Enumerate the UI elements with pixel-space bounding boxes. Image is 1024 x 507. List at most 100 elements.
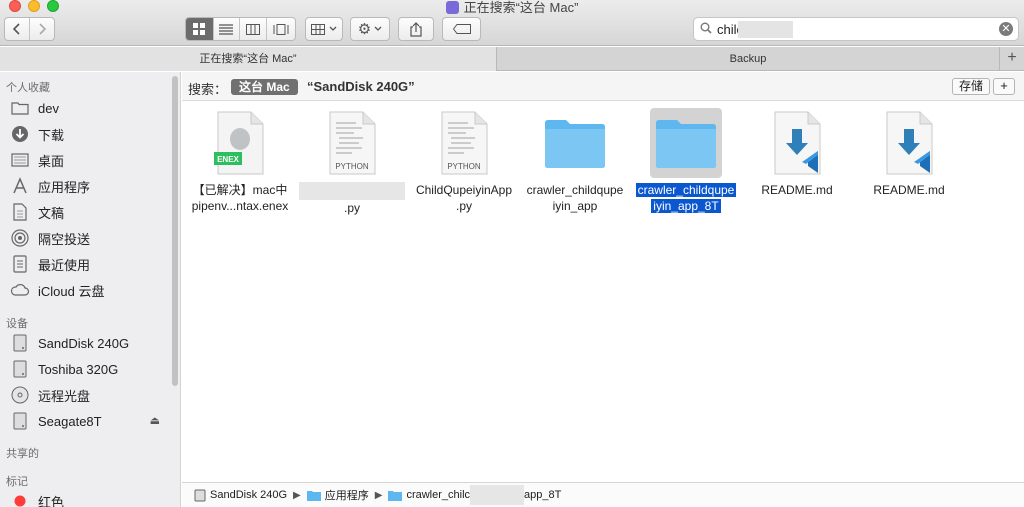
desktop-icon: [10, 151, 30, 169]
redacted-text: [738, 21, 793, 38]
python-file-icon: PYTHON: [329, 111, 376, 175]
sidebar-item-dev[interactable]: dev: [10, 97, 170, 119]
folder-icon: [10, 99, 30, 117]
sidebar-item-label: 隔空投送: [38, 231, 91, 247]
favorites-header: 个人收藏: [6, 82, 50, 94]
finder-window: 正在搜索“这台 Mac” ⚙ chilc ✕ 正在搜索“这台 Mac” Back…: [0, 0, 1024, 507]
sidebar-item-label: Toshiba 320G: [38, 361, 119, 377]
folder-icon: [545, 120, 605, 168]
scope-label: 搜索：: [188, 82, 228, 97]
sidebar-item-desktop[interactable]: 桌面: [10, 149, 170, 171]
file-item[interactable]: README.md: [741, 108, 853, 198]
sidebar: 个人收藏 dev 下载 桌面 应用程序 文稿 隔空投送 最近使用 iCloud …: [0, 72, 181, 507]
sidebar-item-applications[interactable]: 应用程序: [10, 175, 170, 197]
tags-header: 标记: [6, 476, 28, 488]
sidebar-item-sanddisk[interactable]: SandDisk 240G: [10, 332, 170, 354]
chevron-right-icon: ▶: [293, 489, 301, 501]
file-name-line2: .py: [455, 199, 472, 213]
file-name-line1: README.md: [873, 183, 945, 197]
search-field[interactable]: chilc ✕: [693, 17, 1019, 41]
folder-icon: [656, 120, 716, 168]
sidebar-item-label: 文稿: [38, 205, 65, 221]
file-name-line1: crawler_childqupe: [635, 183, 737, 197]
icon-view-button[interactable]: [186, 18, 214, 40]
sidebar-item-label: 桌面: [38, 153, 65, 169]
tab-backup[interactable]: Backup: [497, 47, 1000, 71]
path-item-disk[interactable]: SandDisk 240G: [194, 489, 287, 502]
sidebar-item-toshiba[interactable]: Toshiba 320G: [10, 358, 170, 380]
disk-icon: [10, 360, 30, 378]
eject-icon[interactable]: ⏏: [150, 414, 160, 427]
vscode-file-icon: [886, 111, 933, 175]
redacted-file-name: [299, 182, 405, 200]
chevron-right-icon: ▶: [374, 489, 383, 501]
shared-header: 共享的: [6, 448, 39, 460]
file-item[interactable]: PYTHON ChildQupeiyinApp .py: [408, 108, 520, 214]
chevron-down-icon: [329, 26, 337, 31]
sidebar-item-label: SandDisk 240G: [38, 335, 130, 351]
sidebar-item-label: iCloud 云盘: [38, 283, 105, 299]
back-button[interactable]: [5, 18, 30, 40]
column-view-button[interactable]: [240, 18, 267, 40]
file-item[interactable]: README.md: [853, 108, 965, 198]
applications-icon: [10, 177, 30, 195]
sidebar-item-airdrop[interactable]: 隔空投送: [10, 227, 170, 249]
sidebar-item-seagate[interactable]: Seagate8T: [10, 410, 170, 432]
sidebar-item-label: 远程光盘: [38, 388, 91, 404]
sidebar-item-documents[interactable]: 文稿: [10, 201, 170, 223]
chevron-down-icon: [374, 26, 382, 31]
vscode-file-icon: [774, 111, 821, 175]
disk-icon: [194, 489, 206, 501]
folder-item[interactable]: crawler_childqupe iyin_app: [519, 108, 631, 214]
tab-search-this-mac[interactable]: 正在搜索“这台 Mac”: [0, 47, 497, 71]
file-name-line1: README.md: [761, 183, 833, 197]
sidebar-item-recents[interactable]: 最近使用: [10, 253, 170, 275]
group-by-button[interactable]: [305, 17, 343, 41]
sidebar-item-tag-red[interactable]: 红色: [10, 490, 170, 507]
recents-icon: [10, 255, 30, 273]
add-criteria-button[interactable]: +: [993, 78, 1015, 95]
tab-bar: 正在搜索“这台 Mac” Backup +: [0, 47, 1024, 71]
clear-search-icon[interactable]: ✕: [999, 22, 1013, 36]
path-item-folder[interactable]: crawler_chilc app_8T: [388, 485, 561, 505]
sidebar-item-icloud[interactable]: iCloud 云盘: [10, 279, 170, 301]
columns-icon: [245, 23, 260, 35]
file-name-line2: pipenv...ntax.enex: [191, 199, 289, 213]
sidebar-item-label: 红色: [38, 494, 65, 507]
group-grid-icon: [311, 23, 325, 35]
sidebar-item-label: 最近使用: [38, 257, 91, 273]
search-folder-icon: [445, 1, 459, 14]
list-view-button[interactable]: [214, 18, 241, 40]
sidebar-item-downloads[interactable]: 下载: [10, 123, 170, 145]
new-tab-button[interactable]: +: [1000, 47, 1024, 71]
file-name-line1: ChildQupeiyinApp: [415, 183, 513, 197]
save-search-button[interactable]: 存储: [951, 78, 990, 95]
list-icon: [219, 23, 234, 35]
share-button[interactable]: [398, 17, 434, 41]
share-icon: [410, 21, 422, 37]
scope-sanddisk-button[interactable]: “SandDisk 240G”: [307, 79, 415, 94]
chevron-left-icon: [13, 23, 20, 35]
evernote-file-icon: ENEX: [214, 111, 264, 175]
tag-icon: [452, 24, 471, 34]
path-bar: SandDisk 240G ▶ 应用程序 ▶ crawler_chilc app…: [182, 482, 1024, 507]
forward-button[interactable]: [30, 18, 54, 40]
redacted-text: [470, 485, 525, 505]
file-item[interactable]: PYTHON .py: [296, 108, 408, 216]
path-item-applications[interactable]: 应用程序: [306, 487, 369, 503]
tags-button[interactable]: [442, 17, 481, 41]
file-name-line1: crawler_childqupe: [526, 183, 624, 197]
sidebar-item-label: dev: [38, 100, 59, 116]
file-item[interactable]: ENEX 【已解决】mac中 pipenv...ntax.enex: [184, 108, 296, 214]
gallery-icon: [273, 23, 289, 35]
sidebar-item-label: 下载: [38, 127, 65, 143]
svg-text:PYTHON: PYTHON: [335, 162, 369, 171]
search-icon: [700, 22, 712, 34]
gallery-view-button[interactable]: [267, 18, 295, 40]
scope-this-mac-button[interactable]: 这台 Mac: [231, 79, 298, 95]
action-menu-button[interactable]: ⚙: [350, 17, 390, 41]
sidebar-item-remote-disc[interactable]: 远程光盘: [10, 384, 170, 406]
folder-item-selected[interactable]: crawler_childqupe iyin_app_8T: [630, 108, 742, 214]
sidebar-scrollbar[interactable]: [172, 76, 178, 386]
toolbar: 正在搜索“这台 Mac” ⚙ chilc ✕: [0, 0, 1024, 46]
